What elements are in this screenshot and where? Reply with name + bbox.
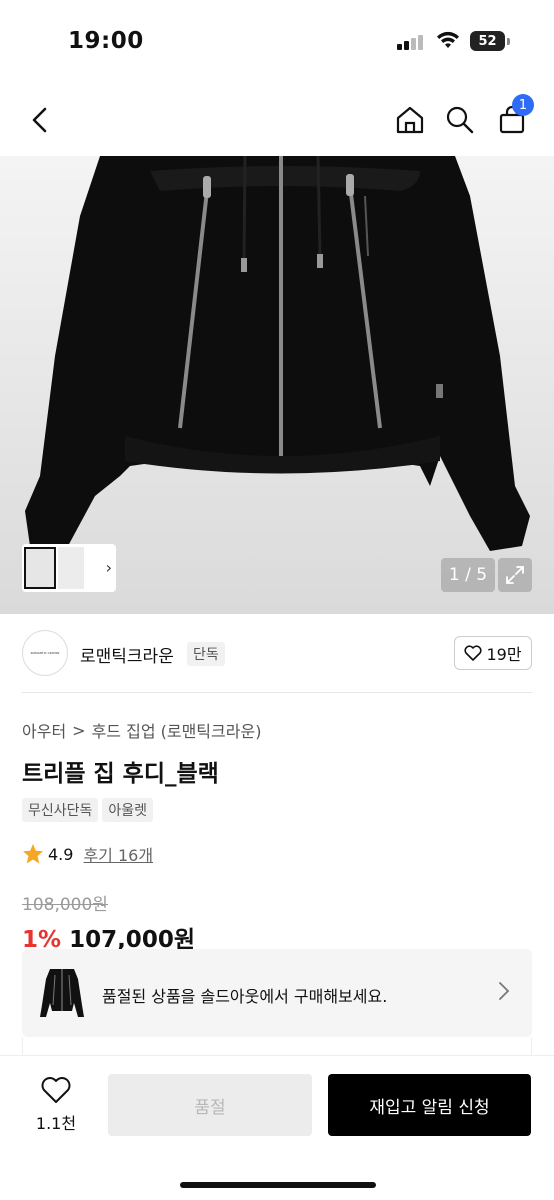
- breadcrumb-subcategory[interactable]: 후드 집업 (로맨틱크라운): [92, 718, 262, 742]
- rating-row: 4.9 후기 16개: [22, 842, 153, 866]
- review-link[interactable]: 후기 16개: [83, 842, 153, 866]
- chevron-right-icon: [499, 982, 510, 1000]
- battery-icon: 52: [470, 31, 510, 51]
- bottom-action-bar: 1.1천 품절 재입고 알림 신청: [0, 1055, 554, 1200]
- expand-icon[interactable]: [498, 558, 532, 592]
- brand-logo[interactable]: ROMANTIC CROWN: [22, 630, 68, 676]
- thumbnail-2[interactable]: [58, 547, 84, 589]
- home-icon[interactable]: [390, 100, 430, 140]
- image-counter: 1 / 5: [441, 558, 495, 592]
- chevron-right-icon[interactable]: ›: [106, 558, 112, 577]
- breadcrumb-separator: >: [72, 720, 86, 740]
- product-tags: 무신사단독 아울렛: [22, 798, 154, 822]
- battery-level: 52: [470, 31, 505, 51]
- wish-count: 1.1천: [35, 1114, 77, 1133]
- brand-name[interactable]: 로맨틱크라운: [80, 642, 174, 667]
- top-nav: 1: [0, 92, 554, 150]
- exclusive-badge: 단독: [187, 642, 225, 666]
- thumbnail-1[interactable]: [24, 547, 56, 589]
- thumbnail-strip[interactable]: ›: [22, 544, 116, 592]
- wifi-icon: [436, 30, 460, 50]
- divider: [22, 692, 532, 693]
- soldout-button: 품절: [108, 1074, 312, 1136]
- cart-badge: 1: [512, 94, 534, 116]
- soldout-banner-text: 품절된 상품을 솔드아웃에서 구매해보세요.: [102, 987, 388, 1006]
- heart-icon: [464, 645, 482, 661]
- restock-alert-button[interactable]: 재입고 알림 신청: [328, 1074, 531, 1136]
- soldout-banner[interactable]: 품절된 상품을 솔드아웃에서 구매해보세요.: [22, 949, 532, 1037]
- original-price: 108,000원: [22, 895, 108, 915]
- brand-logo-text: ROMANTIC CROWN: [30, 651, 60, 655]
- signal-icon: [397, 34, 427, 50]
- wish-button[interactable]: 1.1천: [28, 1076, 84, 1134]
- cart-icon[interactable]: 1: [492, 94, 534, 140]
- status-bar: 19:00 52: [0, 0, 554, 84]
- search-icon[interactable]: [440, 100, 480, 140]
- star-icon: [23, 844, 43, 864]
- back-icon[interactable]: [20, 100, 60, 140]
- heart-icon: [41, 1077, 71, 1103]
- brand-row: ROMANTIC CROWN 로맨틱크라운 단독 19만: [22, 630, 532, 676]
- tag-outlet: 아울렛: [102, 798, 154, 822]
- status-time: 19:00: [68, 28, 144, 54]
- brand-like-button[interactable]: 19만: [454, 636, 532, 670]
- product-title: 트리플 집 후디_블랙: [22, 761, 219, 787]
- product-image-gallery[interactable]: › 1 / 5: [0, 156, 554, 614]
- rating-value: 4.9: [48, 844, 74, 864]
- breadcrumb: 아우터 > 후드 집업 (로맨틱크라운): [22, 718, 261, 742]
- home-indicator: [180, 1182, 376, 1188]
- breadcrumb-category[interactable]: 아우터: [22, 718, 66, 742]
- brand-like-count: 19만: [486, 645, 522, 664]
- next-section-edge: [22, 1037, 532, 1057]
- tag-exclusive: 무신사단독: [22, 798, 99, 822]
- banner-product-thumbnail: [40, 969, 84, 1017]
